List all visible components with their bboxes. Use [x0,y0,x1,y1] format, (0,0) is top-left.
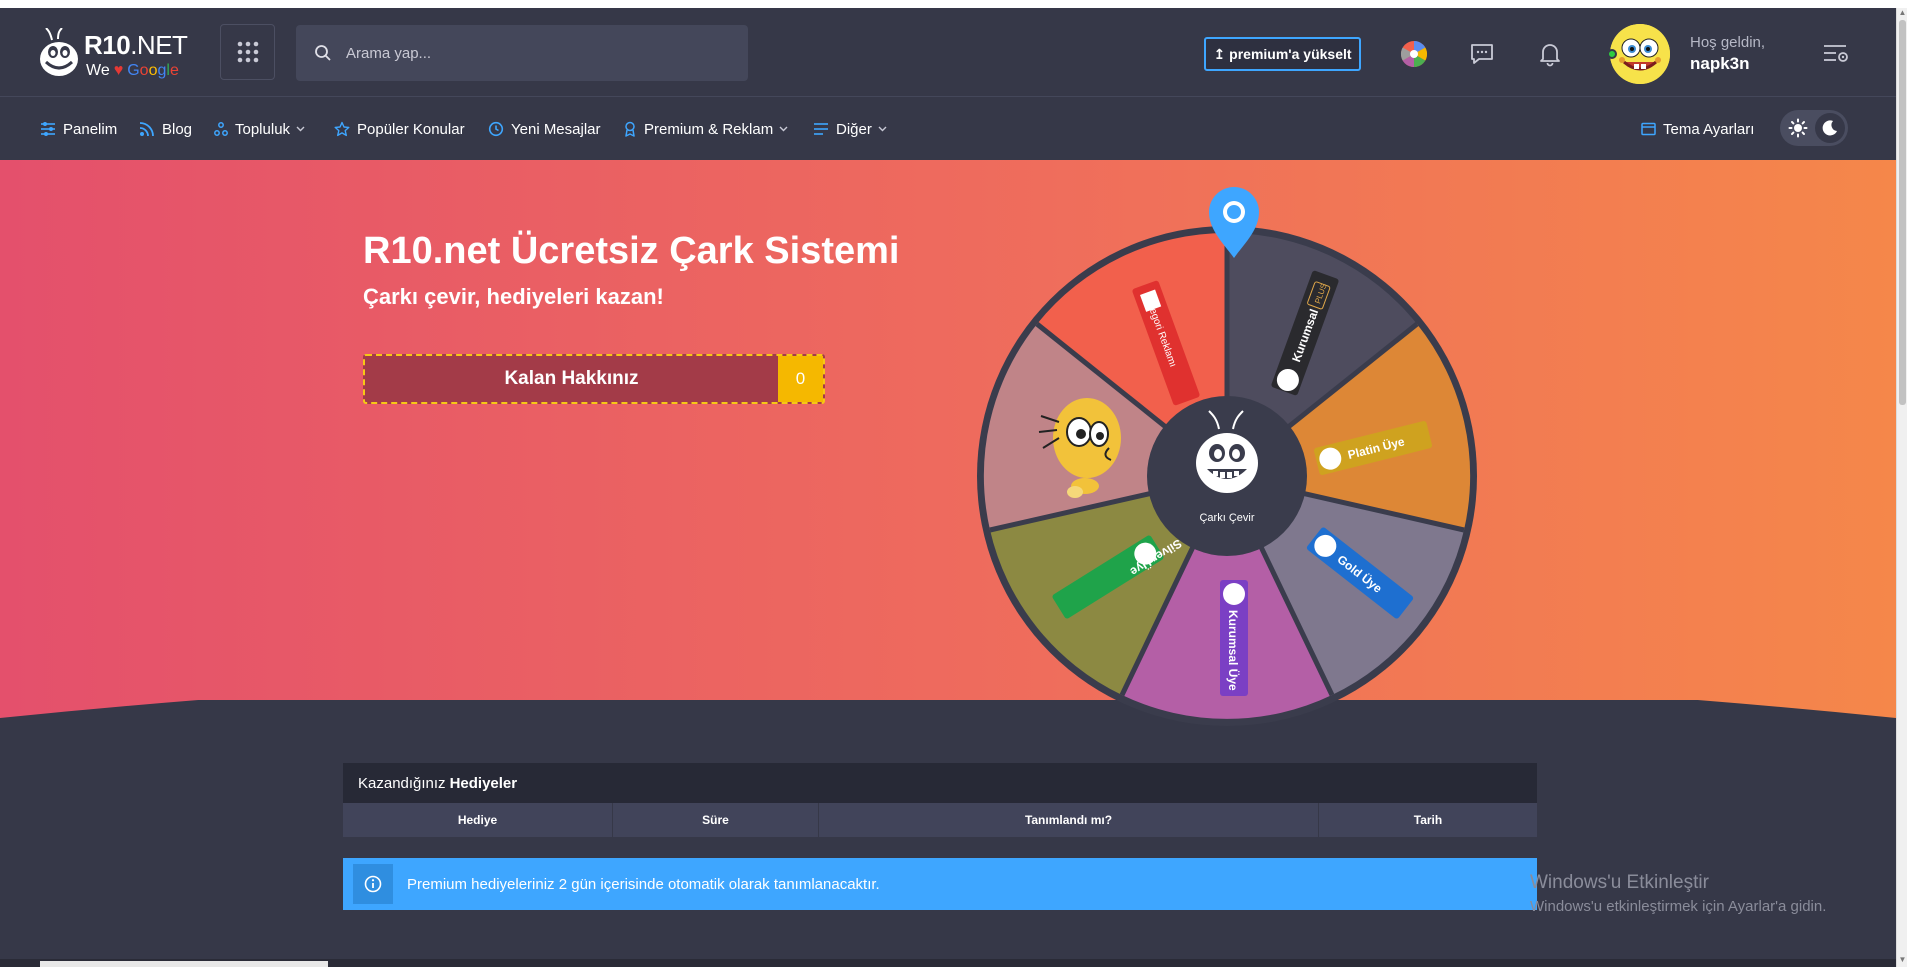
rss-icon [139,121,155,137]
table-heading: Kazandığınız Hediyeler [343,763,1537,803]
apps-grid-button[interactable] [220,24,275,80]
chevron-down-icon [779,126,788,132]
settings-menu-icon[interactable] [1820,38,1852,70]
page: R10.NET We♥Google ↥premium'a yüksel [0,8,1896,967]
site-logo[interactable]: R10.NET We ♥ Google [38,24,198,82]
prize-wheel[interactable]: Kurumsal PLUS Platin Üye Gold Üye Kurums… [975,158,1495,738]
nav-yeni-mesajlar[interactable]: Yeni Mesajlar [488,98,601,160]
search-icon [315,45,331,61]
theme-settings-link[interactable]: Tema Ayarları [1641,98,1754,160]
spin-label: Çarkı Çevir [1199,512,1254,524]
chevron-down-icon [878,126,887,132]
sun-icon[interactable] [1785,115,1811,141]
sliders-icon [40,121,56,137]
hero-subtitle: Çarkı çevir, hediyeleri kazan! [363,284,664,309]
badge-kurumsal-uye: Kurumsal Üye [1220,580,1248,696]
nav-diger[interactable]: Diğer [813,98,887,160]
hero-banner [0,160,1896,780]
star-icon [334,121,350,137]
messages-icon[interactable] [1466,38,1498,70]
nav-premium-reklam[interactable]: Premium & Reklam [623,98,788,160]
col-sure[interactable]: Süre [613,803,819,837]
info-text: Premium hediyeleriniz 2 gün içerisinde o… [407,875,880,893]
nav-panelim[interactable]: Panelim [40,98,117,160]
main-navigation: Panelim Blog Topluluk Popüler Konular Ye… [0,98,1896,160]
community-icon [214,122,228,136]
logo-wordmark: R10.NET [84,30,188,60]
nav-topluluk[interactable]: Topluluk [214,98,305,160]
window-icon [1641,122,1656,136]
remaining-label: Kalan Hakkınız [504,368,639,389]
chevron-down-icon [296,126,305,132]
logo-tagline: We ♥ Google [86,62,179,79]
r10-mascot-icon [40,28,78,76]
search-box [296,25,748,81]
welcome-text: Hoş geldin, [1690,34,1766,51]
hero-title: R10.net Ücretsiz Çark Sistemi [363,230,900,272]
scroll-down-arrow-icon[interactable]: ▼ [1898,955,1907,965]
remaining-count: 0 [778,356,823,402]
heart-icon: ♥ [113,62,124,79]
won-gifts-table: Kazandığınız Hediyeler Hediye Süre Tanıml… [343,763,1537,837]
list-icon [813,122,829,136]
info-alert: Premium hediyeleriniz 2 gün içerisinde o… [343,858,1537,910]
grid-dots-icon [237,41,258,63]
wheel-color-icon[interactable] [1398,38,1430,70]
award-icon [623,121,637,137]
moon-icon[interactable] [1815,113,1845,143]
page-scrollbar[interactable]: ▲ ▼ [1896,8,1907,967]
search-input[interactable] [346,44,726,62]
upgrade-premium-button[interactable]: ↥ premium'a yükselt [1204,37,1361,71]
clock-icon [488,121,504,137]
username[interactable]: napk3n [1690,54,1750,74]
col-hediye[interactable]: Hediye [343,803,613,837]
top-header: R10.NET We♥Google ↥premium'a yüksel [0,8,1896,97]
arrow-up-icon: ↥ [1213,45,1226,62]
nav-blog[interactable]: Blog [139,98,192,160]
theme-toggle[interactable] [1780,110,1848,146]
bottom-panel-edge [40,961,328,967]
nav-populer-konular[interactable]: Popüler Konular [334,98,465,160]
info-icon [353,864,393,904]
svg-text:Kurumsal Üye: Kurumsal Üye [1226,610,1241,691]
windows-activation-subtitle: Windows'u etkinleştirmek için Ayarlar'a … [1530,898,1827,915]
col-tanimlandi[interactable]: Tanımlandı mı? [819,803,1319,837]
table-header-row: Hediye Süre Tanımlandı mı? Tarih [343,803,1537,837]
windows-activation-title: Windows'u Etkinleştir [1530,872,1709,893]
notifications-bell-icon[interactable] [1534,38,1566,70]
scroll-up-arrow-icon[interactable]: ▲ [1898,8,1907,18]
col-tarih[interactable]: Tarih [1319,803,1537,837]
user-avatar[interactable] [1610,24,1670,84]
remaining-spins-button[interactable]: Kalan Hakkınız 0 [363,354,825,404]
online-status-dot [1607,49,1617,59]
scroll-thumb[interactable] [1899,20,1906,405]
